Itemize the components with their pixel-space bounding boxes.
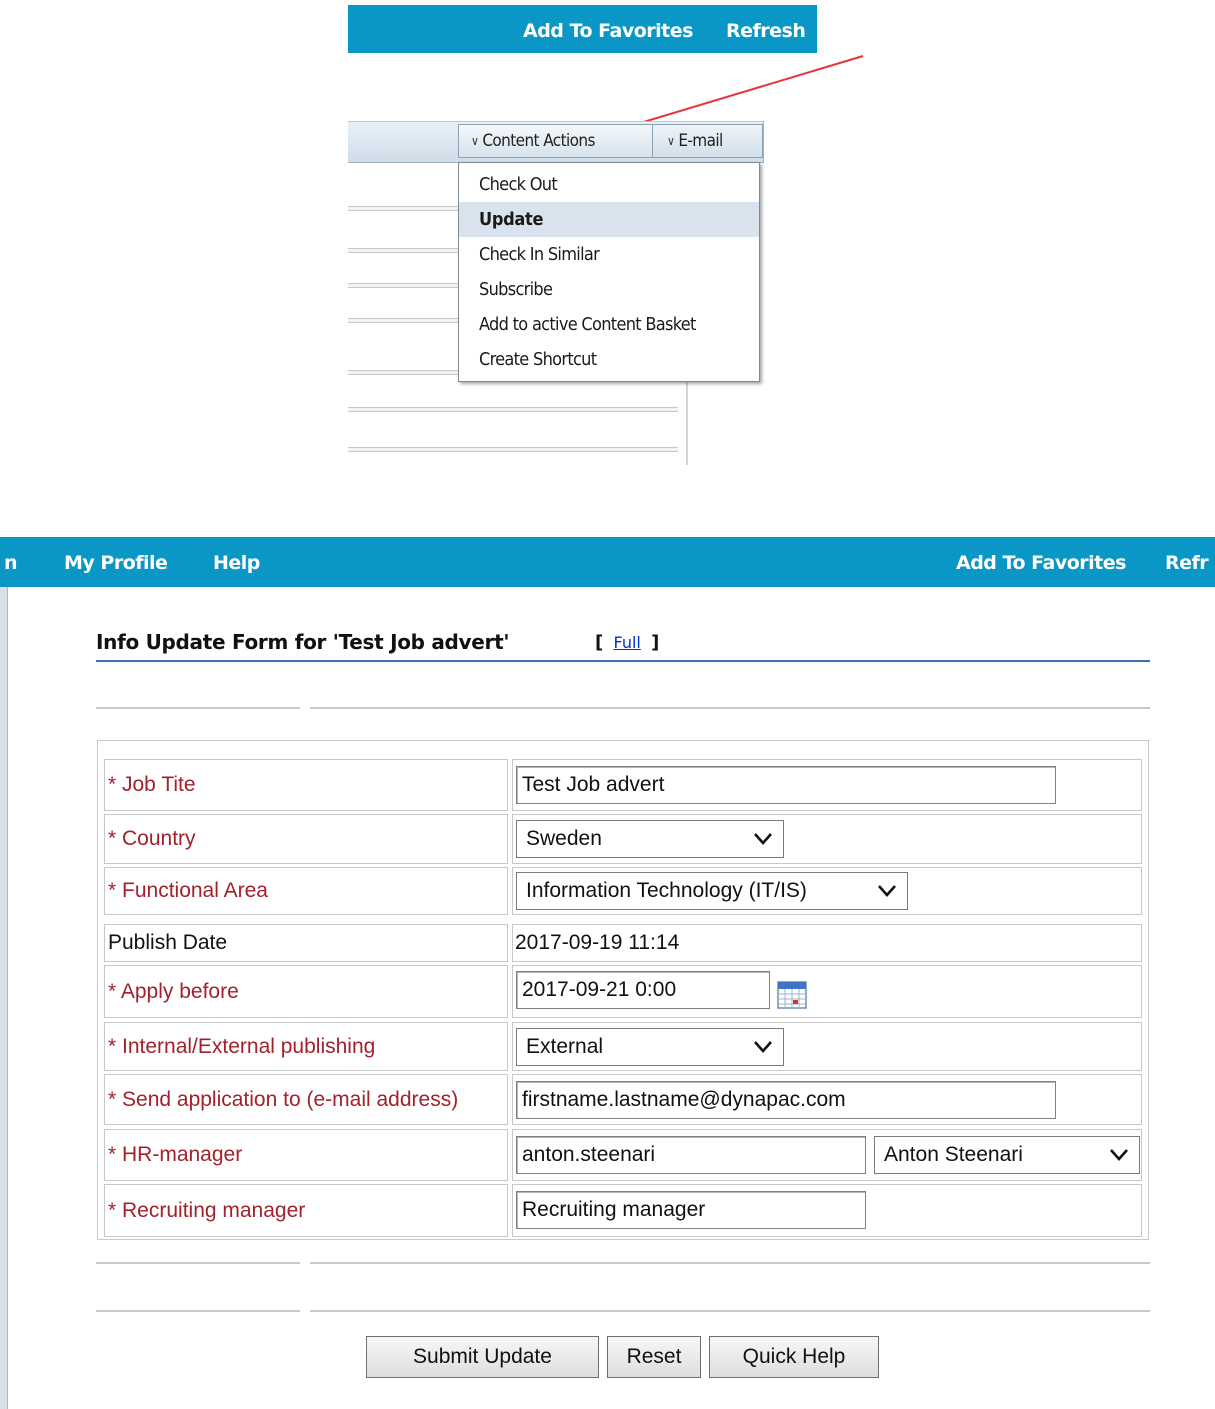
snippet-refresh-link[interactable]: Refresh: [726, 20, 806, 42]
menu-item-subscribe[interactable]: Subscribe: [459, 272, 759, 307]
email-label: E-mail: [678, 131, 723, 151]
hr-manager-select-value: Anton Steenari: [884, 1143, 1023, 1166]
submit-update-button[interactable]: Submit Update: [366, 1336, 599, 1378]
recruiting-manager-label-cell: * Recruiting manager: [104, 1184, 508, 1237]
recruiting-manager-label: * Recruiting manager: [108, 1198, 306, 1222]
content-actions-button[interactable]: ∨ Content Actions: [458, 124, 653, 158]
country-field-cell: Sweden: [512, 814, 1142, 864]
grid-row-line: [348, 407, 678, 412]
country-label-cell: * Country: [104, 814, 508, 864]
bracket-open: [: [595, 632, 604, 653]
publish-date-label: Publish Date: [108, 931, 228, 954]
full-view-link[interactable]: Full: [610, 633, 645, 652]
publishing-select-value: External: [526, 1035, 604, 1058]
reset-button[interactable]: Reset: [607, 1336, 701, 1378]
apply-before-label-cell: * Apply before: [104, 965, 508, 1018]
job-title-label-cell: * Job Tite: [104, 759, 508, 811]
divider: [96, 1310, 300, 1312]
main-nav-bar: n My Profile Help Add To Favorites Refr: [0, 537, 1215, 587]
job-title-field-cell: Test Job advert: [512, 759, 1142, 811]
publishing-label: * Internal/External publishing: [108, 1034, 376, 1058]
functional-area-select[interactable]: Information Technology (IT/IS): [516, 872, 908, 910]
hr-manager-label-cell: * HR-manager: [104, 1129, 508, 1181]
divider: [96, 1262, 300, 1264]
calendar-icon[interactable]: [777, 979, 807, 1009]
send-application-input[interactable]: firstname.lastname@dynapac.com: [516, 1081, 1056, 1119]
page-title: Info Update Form for 'Test Job advert': [96, 630, 510, 654]
send-application-field-cell: firstname.lastname@dynapac.com: [512, 1074, 1142, 1125]
divider: [96, 707, 300, 709]
quick-help-button[interactable]: Quick Help: [709, 1336, 879, 1378]
view-toggle: [ Full ]: [595, 632, 659, 653]
menu-item-check-out[interactable]: Check Out: [459, 167, 759, 202]
menu-item-check-in-similar[interactable]: Check In Similar: [459, 237, 759, 272]
country-select-value: Sweden: [526, 827, 602, 850]
job-title-label: * Job Tite: [108, 773, 196, 796]
left-frame-edge: [0, 587, 8, 1409]
title-divider: [96, 660, 1150, 662]
chevron-down-icon: ∨: [471, 134, 479, 148]
divider: [310, 707, 1150, 709]
hr-manager-input[interactable]: anton.steenari: [516, 1136, 866, 1174]
chevron-down-icon: [1110, 1149, 1128, 1161]
functional-area-field-cell: Information Technology (IT/IS): [512, 867, 1142, 915]
recruiting-manager-field-cell: Recruiting manager: [512, 1184, 1142, 1237]
publish-date-field-cell: 2017-09-19 11:14: [512, 924, 1142, 962]
country-label: * Country: [108, 827, 196, 850]
apply-before-label: * Apply before: [108, 979, 239, 1003]
menu-item-add-to-content-basket[interactable]: Add to active Content Basket: [459, 307, 759, 342]
content-actions-menu: Check Out Update Check In Similar Subscr…: [458, 162, 760, 382]
send-application-label-cell: * Send application to (e-mail address): [104, 1074, 508, 1125]
divider: [310, 1310, 1150, 1312]
job-title-input[interactable]: Test Job advert: [516, 766, 1056, 804]
snippet-toolbar: ∨ Content Actions ∨ E-mail: [348, 121, 764, 163]
hr-manager-label: * HR-manager: [108, 1143, 243, 1166]
menu-item-update[interactable]: Update: [459, 202, 759, 237]
chevron-down-icon: [754, 833, 772, 845]
publishing-field-cell: External: [512, 1022, 1142, 1071]
apply-before-field-cell: 2017-09-21 0:00: [512, 965, 1142, 1018]
bracket-close: ]: [651, 632, 660, 653]
divider: [310, 1262, 1150, 1264]
publishing-select[interactable]: External: [516, 1028, 784, 1066]
snippet-top-bar: Add To Favorites Refresh: [348, 5, 817, 53]
update-form-table: * Job Tite Test Job advert * Country Swe…: [97, 740, 1149, 1240]
snippet-add-to-favorites-link[interactable]: Add To Favorites: [523, 20, 693, 42]
chevron-down-icon: ∨: [667, 134, 675, 148]
send-application-label: * Send application to (e-mail address): [108, 1087, 459, 1111]
publish-date-value: 2017-09-19 11:14: [515, 931, 680, 954]
content-actions-label: Content Actions: [482, 131, 595, 151]
nav-item-help[interactable]: Help: [213, 552, 260, 574]
refresh-link[interactable]: Refr: [1165, 552, 1209, 574]
publishing-label-cell: * Internal/External publishing: [104, 1022, 508, 1071]
grid-row-line: [348, 447, 678, 452]
recruiting-manager-input[interactable]: Recruiting manager: [516, 1191, 866, 1229]
functional-area-select-value: Information Technology (IT/IS): [526, 879, 807, 902]
nav-item-partial[interactable]: n: [4, 552, 18, 574]
functional-area-label: * Functional Area: [108, 879, 268, 902]
chevron-down-icon: [754, 1041, 772, 1053]
functional-area-label-cell: * Functional Area: [104, 867, 508, 915]
nav-item-my-profile[interactable]: My Profile: [64, 552, 168, 574]
add-to-favorites-link[interactable]: Add To Favorites: [956, 552, 1126, 574]
chevron-down-icon: [878, 885, 896, 897]
hr-manager-select[interactable]: Anton Steenari: [874, 1136, 1140, 1174]
publish-date-label-cell: Publish Date: [104, 924, 508, 962]
email-button[interactable]: ∨ E-mail: [653, 124, 763, 158]
apply-before-input[interactable]: 2017-09-21 0:00: [516, 971, 770, 1009]
country-select[interactable]: Sweden: [516, 820, 784, 858]
hr-manager-field-cell: anton.steenari Anton Steenari: [512, 1129, 1142, 1181]
menu-item-create-shortcut[interactable]: Create Shortcut: [459, 342, 759, 377]
